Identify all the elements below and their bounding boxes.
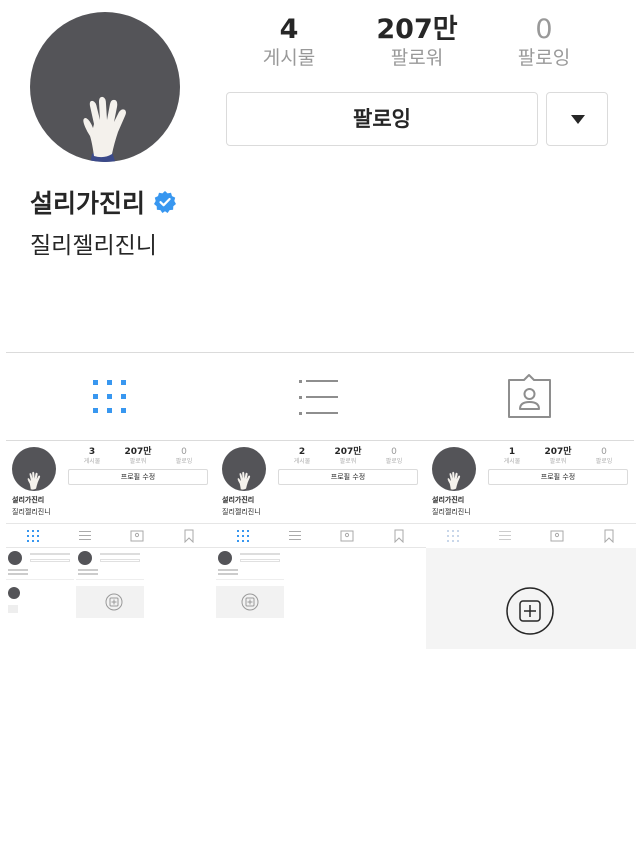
- post-thumbnail[interactable]: 1 게시물 207만 팔로워 0 팔로잉 프로필 수정 설리가진리 질리젤리진니: [426, 441, 636, 649]
- thumb-grid-icon: [237, 530, 249, 542]
- thumb-edit-profile-button: 프로필 수정: [488, 469, 628, 485]
- tagged-photos-icon: [508, 374, 551, 418]
- following-count: 0: [535, 14, 553, 45]
- thumb-bookmark-icon: [184, 529, 194, 543]
- profile-bio: 질리젤리진니: [30, 233, 157, 259]
- hand-image: [237, 471, 251, 490]
- thumb-username: 설리가진리: [12, 496, 45, 504]
- thumb-tagged-icon: [130, 530, 144, 542]
- thumb-followers-label: 팔로워: [339, 458, 357, 465]
- thumb-avatar: [222, 447, 266, 491]
- thumb-stat-followers: 207만 팔로워: [328, 447, 368, 466]
- hand-image: [27, 471, 41, 490]
- thumb-divider: [6, 523, 216, 524]
- stat-followers[interactable]: 207만 팔로워: [362, 14, 472, 70]
- thumb-posts-count: 2: [298, 447, 306, 457]
- thumb-list-icon: [79, 531, 91, 540]
- thumb-stat-following: 0 팔로잉: [164, 447, 204, 466]
- thumb-divider: [426, 523, 636, 524]
- thumb-stat-following: 0 팔로잉: [374, 447, 414, 466]
- thumb-stat-posts: 1 게시물: [492, 447, 532, 466]
- thumb-divider: [216, 547, 426, 548]
- hand-image: [83, 96, 126, 162]
- verified-badge-icon: [154, 191, 177, 213]
- thumb-followers-label: 팔로워: [129, 458, 147, 465]
- followers-label: 팔로워: [390, 47, 444, 69]
- tab-grid[interactable]: [80, 372, 140, 424]
- grid-icon: [93, 380, 126, 413]
- list-icon: [299, 380, 338, 415]
- stat-following[interactable]: 0 팔로잉: [489, 14, 599, 70]
- post-thumbnail[interactable]: 3 게시물 207만 팔로워 0 팔로잉 프로필 수정 설리가진리 질리젤리진니: [6, 441, 216, 649]
- posts-label: 게시물: [262, 47, 316, 69]
- thumb-divider: [6, 547, 216, 548]
- thumb-stat-posts: 3 게시물: [72, 447, 112, 466]
- thumb-divider: [216, 523, 426, 524]
- thumb-avatar: [12, 447, 56, 491]
- following-label: 팔로잉: [517, 47, 571, 69]
- thumb-bio: 질리젤리진니: [12, 508, 51, 516]
- thumb-grid-icon: [447, 530, 459, 542]
- thumb-following-count: 0: [391, 447, 397, 457]
- caret-down-icon: [571, 115, 585, 124]
- stat-posts[interactable]: 4 게시물: [234, 14, 344, 70]
- thumb-following-label: 팔로잉: [595, 458, 613, 465]
- thumb-posts-label: 게시물: [503, 458, 521, 465]
- thumb-following-label: 팔로잉: [385, 458, 403, 465]
- thumb-followers-label: 팔로워: [549, 458, 567, 465]
- thumb-following-count: 0: [601, 447, 607, 457]
- thumb-posts-count: 3: [88, 447, 96, 457]
- thumb-stat-followers: 207만 팔로워: [538, 447, 578, 466]
- username-row: 설리가진리: [30, 184, 177, 220]
- add-post-icon: [105, 593, 123, 611]
- followers-count: 207만: [376, 14, 458, 45]
- thumb-posts-count: 1: [508, 447, 516, 457]
- thumb-edit-profile-button: 프로필 수정: [68, 469, 208, 485]
- thumb-stat-posts: 2 게시물: [282, 447, 322, 466]
- thumb-followers-count: 207만: [544, 447, 572, 457]
- add-post-icon: [241, 593, 259, 611]
- posts-count: 4: [279, 14, 299, 45]
- thumb-posts-label: 게시물: [293, 458, 311, 465]
- nested-thumbnail: [6, 549, 74, 619]
- thumb-username: 설리가진리: [432, 496, 465, 504]
- thumb-followers-count: 207만: [124, 447, 152, 457]
- thumb-tagged-icon: [550, 530, 564, 542]
- thumb-bio: 질리젤리진니: [222, 508, 261, 516]
- thumb-stat-followers: 207만 팔로워: [118, 447, 158, 466]
- thumb-edit-profile-button: 프로필 수정: [278, 469, 418, 485]
- thumb-username: 설리가진리: [222, 496, 255, 504]
- thumb-list-icon: [499, 531, 511, 540]
- thumb-tagged-icon: [340, 530, 354, 542]
- thumb-posts-label: 게시물: [83, 458, 101, 465]
- thumb-bookmark-icon: [394, 529, 404, 543]
- thumb-stat-following: 0 팔로잉: [584, 447, 624, 466]
- add-post-icon: [506, 587, 554, 635]
- thumb-following-count: 0: [181, 447, 187, 457]
- thumb-avatar: [432, 447, 476, 491]
- following-button[interactable]: 팔로잉: [226, 92, 538, 146]
- thumb-followers-count: 207만: [334, 447, 362, 457]
- thumb-following-label: 팔로잉: [175, 458, 193, 465]
- hand-image: [447, 471, 461, 490]
- profile-avatar[interactable]: [30, 12, 180, 162]
- username: 설리가진리: [30, 189, 146, 218]
- thumb-bio: 질리젤리진니: [432, 508, 471, 516]
- suggestions-dropdown-button[interactable]: [546, 92, 608, 146]
- tab-tagged[interactable]: [500, 372, 560, 424]
- tabs-divider-top: [6, 352, 634, 353]
- thumb-list-icon: [289, 531, 301, 540]
- post-thumbnail[interactable]: 2 게시물 207만 팔로워 0 팔로잉 프로필 수정 설리가진리 질리젤리진니: [216, 441, 426, 649]
- tab-list[interactable]: [290, 372, 350, 424]
- thumb-grid-icon: [27, 530, 39, 542]
- thumb-bookmark-icon: [604, 529, 614, 543]
